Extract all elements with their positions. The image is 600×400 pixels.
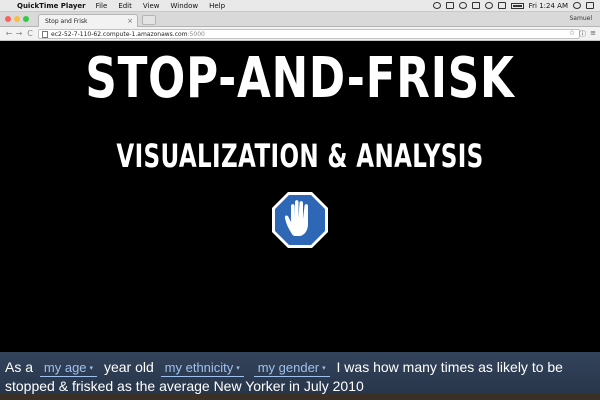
tab-close-icon[interactable]: ×	[127, 17, 133, 25]
menu-view[interactable]: View	[143, 2, 160, 10]
sentence-text-2: year old	[103, 359, 154, 375]
profile-name[interactable]: Samuel	[570, 15, 593, 22]
page-subtitle: VISUALIZATION & ANALYSIS	[116, 137, 484, 175]
bookmark-star-icon[interactable]: ☆	[569, 29, 575, 39]
question-sentence: As a my age ▾ year old my ethnicity ▾ my g…	[0, 352, 600, 400]
toolbar-right: ☆ ⓘ ≡	[569, 29, 596, 39]
age-dropdown[interactable]: my age ▾	[39, 360, 98, 377]
browser-tabbar: Stop and Frisk × Samuel	[0, 12, 600, 27]
ethnicity-dropdown[interactable]: my ethnicity ▾	[160, 360, 244, 377]
age-dropdown-label: my age	[43, 360, 87, 375]
menubar-app-name[interactable]: QuickTime Player	[17, 2, 86, 10]
background-image-strip	[0, 394, 600, 400]
chevron-down-icon: ▾	[89, 364, 94, 372]
stop-hand-icon	[270, 190, 330, 250]
browser-toolbar: ← → C ec2-52-7-110-62.compute-1.amazonaw…	[0, 27, 600, 41]
url-host: ec2-52-7-110-62.compute-1.amazonaws.com	[51, 31, 188, 38]
clock-icon[interactable]	[458, 2, 467, 9]
gender-dropdown[interactable]: my gender ▾	[253, 360, 330, 377]
menubar-clock[interactable]: Fri 1:24 AM	[529, 2, 568, 10]
info-icon[interactable]: ⓘ	[579, 29, 586, 39]
url-input[interactable]: ec2-52-7-110-62.compute-1.amazonaws.com:…	[38, 29, 580, 39]
forward-icon[interactable]: →	[14, 29, 24, 39]
maximize-window-icon[interactable]	[23, 16, 29, 22]
battery-icon[interactable]	[510, 2, 524, 9]
sentence-text-1: As a	[5, 359, 34, 375]
new-tab-button[interactable]	[142, 15, 156, 25]
page-content: STOP-AND-FRISK VISUALIZATION & ANALYSIS …	[0, 42, 600, 400]
spotlight-icon[interactable]	[573, 2, 581, 9]
menubar-tray: Fri 1:24 AM	[432, 2, 600, 10]
back-icon[interactable]: ←	[4, 29, 14, 39]
page-title: STOP-AND-FRISK	[85, 46, 515, 111]
ethnicity-dropdown-label: my ethnicity	[164, 360, 234, 375]
display-icon[interactable]	[445, 2, 454, 9]
tab-title: Stop and Frisk	[45, 18, 88, 25]
volume-icon[interactable]	[497, 2, 506, 9]
menu-help[interactable]: Help	[209, 2, 225, 10]
notification-icon[interactable]	[586, 2, 594, 9]
chevron-down-icon: ▾	[322, 364, 326, 372]
minimize-window-icon[interactable]	[14, 16, 20, 22]
browser-tab[interactable]: Stop and Frisk ×	[38, 14, 138, 27]
chevron-down-icon: ▾	[236, 364, 240, 372]
window-controls	[5, 16, 29, 22]
wifi-icon[interactable]	[484, 2, 493, 9]
bluetooth-icon[interactable]	[471, 2, 480, 9]
menu-window[interactable]: Window	[171, 2, 199, 10]
menu-icon[interactable]: ≡	[590, 29, 596, 39]
gender-dropdown-label: my gender	[257, 360, 320, 375]
status-icon[interactable]	[432, 2, 441, 9]
mac-menubar: QuickTime Player File Edit View Window H…	[0, 0, 600, 12]
menu-edit[interactable]: Edit	[118, 2, 132, 10]
page-icon	[42, 31, 48, 38]
reload-icon[interactable]: C	[25, 29, 35, 39]
close-window-icon[interactable]	[5, 16, 11, 22]
menu-file[interactable]: File	[96, 2, 108, 10]
url-port: :5000	[187, 31, 205, 38]
